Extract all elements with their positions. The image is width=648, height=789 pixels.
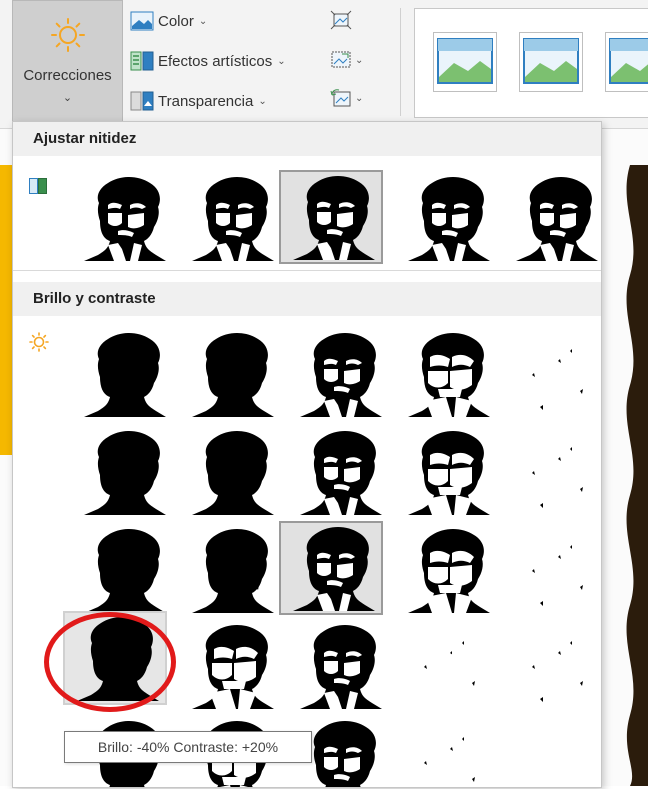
- wavy-edge: [612, 165, 634, 786]
- brightness-contrast-option[interactable]: [178, 425, 282, 519]
- tooltip: Brillo: -40% Contraste: +20%: [64, 731, 312, 763]
- sharpen-icon: [29, 178, 47, 194]
- picture-style-thumb[interactable]: [433, 32, 497, 92]
- color-label: Color: [158, 12, 194, 30]
- sharpen-option[interactable]: [394, 171, 498, 265]
- brightness-contrast-option[interactable]: [394, 327, 498, 421]
- ribbon-separator: [400, 8, 401, 116]
- sun-icon: [51, 18, 85, 52]
- chevron-down-icon: ⌄: [355, 92, 364, 104]
- reset-picture-icon: [330, 89, 351, 107]
- artistic-effects-label: Efectos artísticos: [158, 52, 273, 70]
- slide-dark-border: [612, 165, 648, 786]
- chevron-down-icon: ⌄: [355, 54, 364, 66]
- artistic-effects-button[interactable]: Efectos artísticos ⌄: [130, 48, 286, 74]
- landscape-icon: [523, 38, 579, 84]
- sharpen-option[interactable]: [502, 171, 601, 265]
- sharpen-section-header: Ajustar nitidez: [13, 122, 601, 156]
- brightness-contrast-option[interactable]: [394, 425, 498, 519]
- chevron-down-icon: ⌄: [277, 55, 286, 67]
- change-picture-button[interactable]: ⌄: [330, 50, 363, 70]
- sharpen-option[interactable]: [178, 171, 282, 265]
- change-picture-icon: [331, 51, 351, 68]
- compress-pictures-icon: [330, 10, 352, 30]
- brightness-contrast-option[interactable]: [502, 425, 601, 519]
- picture-style-thumb[interactable]: [605, 32, 648, 92]
- brightness-contrast-option[interactable]: [394, 523, 498, 617]
- brightness-contrast-option-selected[interactable]: [279, 521, 383, 615]
- brightness-contrast-option[interactable]: [502, 523, 601, 617]
- brightness-contrast-option[interactable]: [394, 715, 498, 787]
- brightness-contrast-option[interactable]: [502, 619, 601, 713]
- transparency-icon: [130, 91, 154, 111]
- brightness-contrast-option[interactable]: [70, 327, 174, 421]
- brightness-contrast-option[interactable]: [178, 523, 282, 617]
- brightness-contrast-option[interactable]: [178, 619, 282, 713]
- corrections-label: Correcciones: [23, 67, 112, 84]
- brightness-contrast-option[interactable]: [70, 425, 174, 519]
- landscape-icon: [437, 38, 493, 84]
- brightness-contrast-option[interactable]: [394, 619, 498, 713]
- compress-pictures-button[interactable]: [330, 10, 352, 30]
- picture-style-thumb[interactable]: [519, 32, 583, 92]
- corrections-dropdown: Ajustar nitidez Brillo y contraste: [12, 121, 602, 788]
- brightness-contrast-option[interactable]: [286, 619, 390, 713]
- brightness-contrast-option-hovered[interactable]: [63, 611, 167, 705]
- brightness-contrast-option[interactable]: [286, 327, 390, 421]
- artistic-effects-icon: [130, 51, 154, 71]
- sharpen-option[interactable]: [70, 171, 174, 265]
- chevron-down-icon: ⌄: [62, 92, 73, 104]
- brightness-icon: [29, 332, 49, 352]
- brightness-contrast-option[interactable]: [502, 327, 601, 421]
- chevron-down-icon: ⌄: [258, 95, 267, 107]
- brightness-contrast-section-header: Brillo y contraste: [13, 282, 601, 316]
- section-divider: [13, 270, 601, 271]
- chevron-down-icon: ⌄: [198, 15, 208, 27]
- sharpen-option-selected[interactable]: [279, 170, 383, 264]
- landscape-icon: [609, 38, 648, 84]
- brightness-contrast-option[interactable]: [70, 523, 174, 617]
- corrections-button[interactable]: Correcciones ⌄: [12, 0, 123, 122]
- picture-format-ribbon: Correcciones ⌄ Color ⌄ Efectos artísticos…: [0, 0, 648, 129]
- transparency-label: Transparencia: [158, 92, 254, 110]
- color-button[interactable]: Color ⌄: [130, 8, 207, 34]
- brightness-contrast-option[interactable]: [286, 425, 390, 519]
- picture-styles-gallery: [414, 8, 648, 118]
- color-icon: [130, 11, 154, 31]
- reset-picture-button[interactable]: ⌄: [330, 88, 363, 108]
- transparency-button[interactable]: Transparencia ⌄: [130, 88, 267, 114]
- brightness-contrast-option[interactable]: [178, 327, 282, 421]
